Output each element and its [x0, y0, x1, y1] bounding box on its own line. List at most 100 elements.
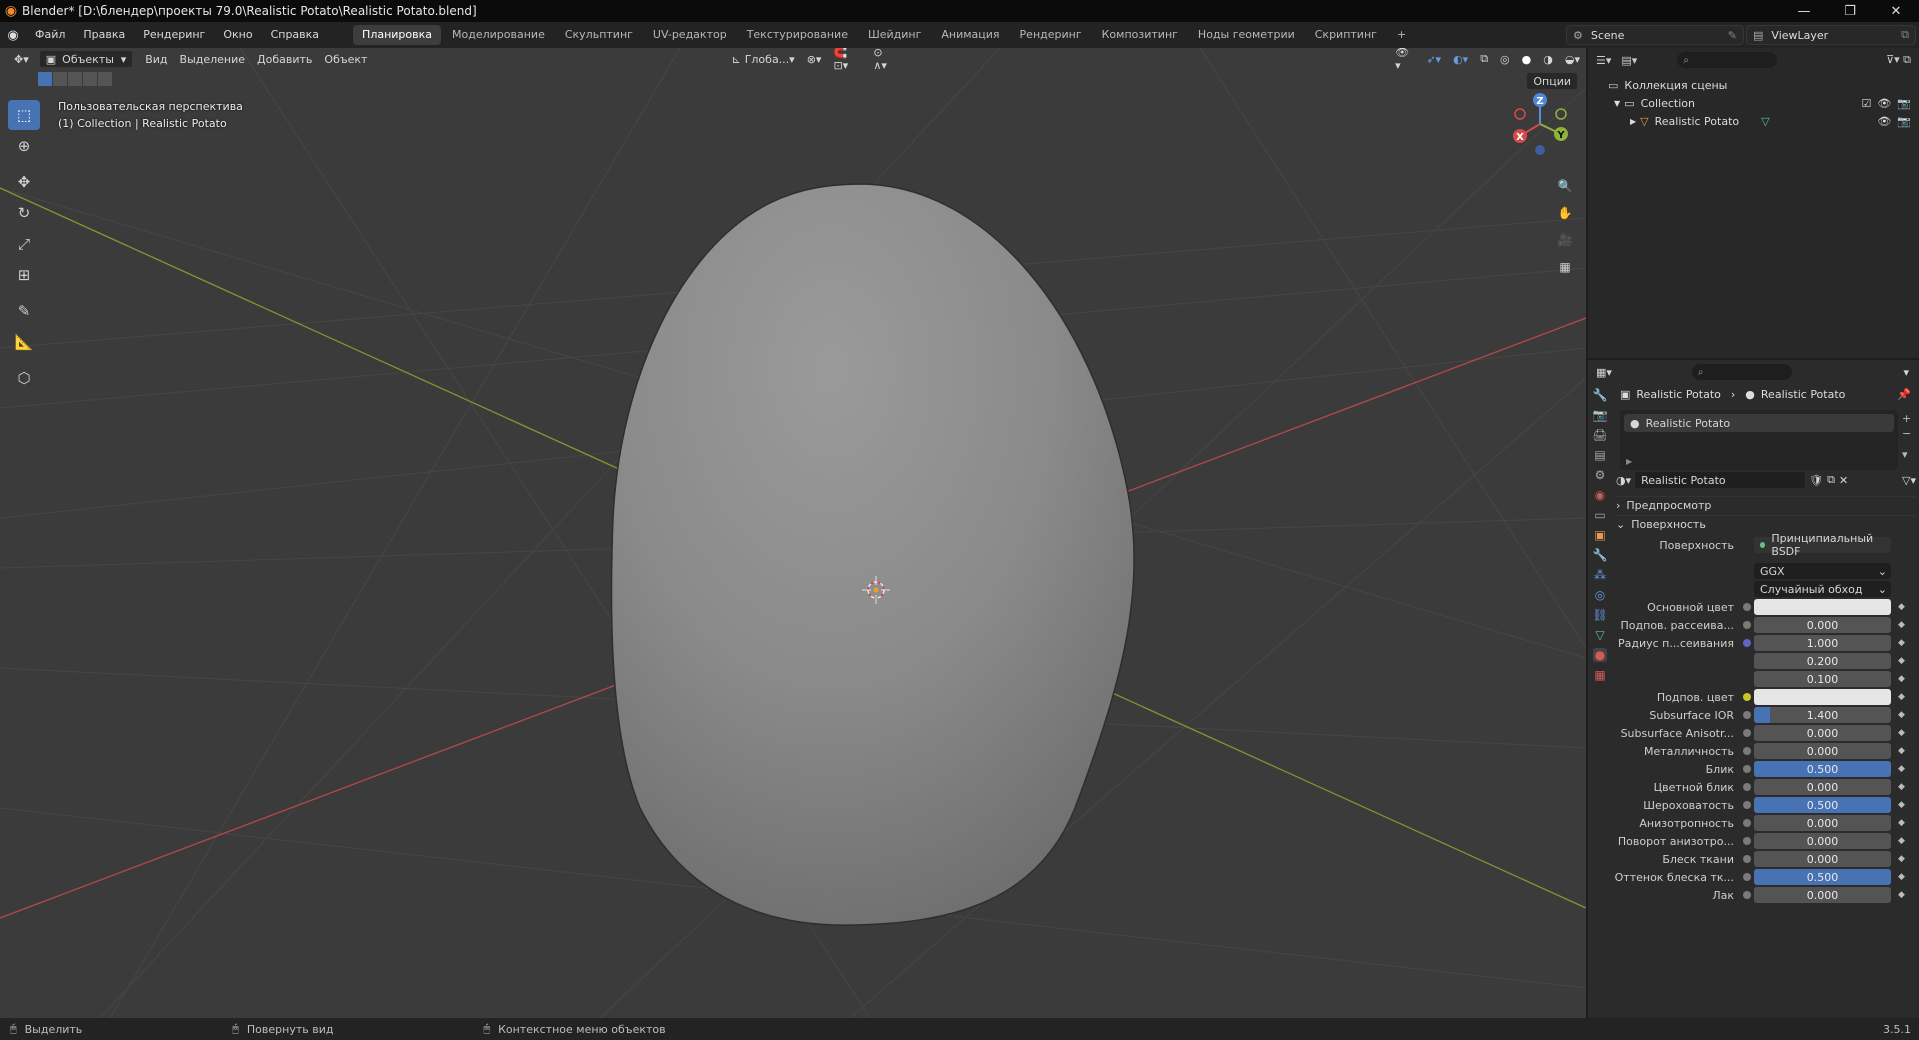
value-slider[interactable]: 0.000 — [1754, 887, 1891, 903]
remove-slot-button[interactable]: − — [1902, 427, 1911, 440]
gizmo-toggle-icon[interactable]: ➶▾ — [1420, 50, 1447, 68]
unlink-material-icon[interactable]: ✕ — [1839, 474, 1848, 487]
expand-toggle-icon[interactable]: ▶ — [1626, 457, 1632, 466]
select-extend-icon[interactable] — [53, 72, 67, 86]
outliner-row-scene-collection[interactable]: ▭ Коллекция сцены — [1588, 76, 1919, 94]
transform-orientation-selector[interactable]: ⊾ Глоба... ▾ — [725, 50, 800, 68]
solid-shading-icon[interactable]: ● — [1516, 50, 1538, 68]
zoom-icon[interactable]: 🔍 — [1553, 174, 1577, 198]
outliner-row-object[interactable]: ▶ ▽ Realistic Potato ▽ 👁 📷 — [1588, 112, 1919, 130]
menu-file[interactable]: Файл — [26, 22, 74, 48]
rotate-tool-icon[interactable]: ↻ — [8, 198, 40, 228]
color-field[interactable] — [1754, 599, 1891, 615]
chevron-down-icon[interactable]: ▾ — [1903, 366, 1909, 379]
cursor-tool-icon[interactable]: ⊕ — [8, 131, 40, 161]
tab-modeling[interactable]: Моделирование — [443, 25, 554, 45]
blender-menu-icon[interactable]: ◉ — [0, 28, 26, 43]
mode-selector[interactable]: ▣ Объекты ▾ — [38, 50, 134, 68]
rendered-shading-icon[interactable]: ◒▾ — [1559, 50, 1586, 68]
menu-select[interactable]: Выделение — [174, 50, 252, 68]
value-slider[interactable]: 0.000 — [1754, 815, 1891, 831]
material-slot-row[interactable]: ● Realistic Potato — [1624, 414, 1894, 432]
subsurface-method-dropdown[interactable]: Случайный обход ⌄ — [1754, 581, 1891, 597]
tab-texture-paint[interactable]: Текстурирование — [738, 25, 857, 45]
keyframe-icon[interactable]: ◆ — [1898, 800, 1905, 810]
potato-mesh[interactable] — [610, 183, 1135, 926]
tool-tab-icon[interactable]: 🔧 — [1593, 388, 1608, 402]
output-tab-icon[interactable]: 🖨 — [1592, 428, 1607, 442]
node-link-icon[interactable]: ▽▾ — [1902, 474, 1916, 487]
checkbox-icon[interactable]: ☑ — [1861, 97, 1871, 110]
navigation-gizmo[interactable]: Z Y X — [1500, 84, 1580, 164]
pan-hand-icon[interactable]: ✋ — [1553, 201, 1577, 225]
distribution-dropdown[interactable]: GGX ⌄ — [1754, 563, 1891, 579]
socket-icon[interactable] — [1743, 621, 1751, 629]
socket-icon[interactable] — [1743, 855, 1751, 863]
keyframe-icon[interactable]: ◆ — [1898, 602, 1905, 612]
socket-icon[interactable] — [1743, 693, 1751, 701]
move-tool-icon[interactable]: ✥ — [8, 167, 40, 197]
proportional-editing-icon[interactable]: ⊙ ∧▾ — [867, 48, 905, 72]
properties-editor-icon[interactable]: ▦▾ — [1596, 366, 1612, 379]
value-slider[interactable]: 0.100 — [1754, 671, 1891, 687]
socket-icon[interactable] — [1743, 711, 1751, 719]
value-slider[interactable]: 0.000 — [1754, 779, 1891, 795]
camera-view-icon[interactable]: 🎥 — [1553, 228, 1577, 252]
scale-tool-icon[interactable]: ⤢ — [8, 229, 40, 259]
xray-toggle-icon[interactable]: ⧉ — [1474, 50, 1494, 68]
value-slider[interactable]: 0.000 — [1754, 725, 1891, 741]
value-slider[interactable]: 1.000 — [1754, 635, 1891, 651]
keyframe-icon[interactable]: ◆ — [1898, 638, 1905, 648]
transform-tool-icon[interactable]: ⊞ — [8, 260, 40, 290]
tab-rendering[interactable]: Рендеринг — [1011, 25, 1091, 45]
scene-tab-icon[interactable]: ⚙ — [1595, 468, 1606, 482]
tab-uv-editing[interactable]: UV-редактор — [644, 25, 736, 45]
value-slider[interactable]: 0.500 — [1754, 869, 1891, 885]
eye-icon[interactable]: 👁 — [1877, 97, 1891, 110]
select-box-tool-icon[interactable]: ⬚ — [8, 100, 40, 130]
socket-icon[interactable] — [1743, 747, 1751, 755]
socket-icon[interactable] — [1743, 603, 1751, 611]
keyframe-icon[interactable]: ◆ — [1898, 728, 1905, 738]
menu-window[interactable]: Окно — [214, 22, 261, 48]
outliner-search-input[interactable]: ⌕ — [1677, 52, 1778, 68]
menu-add[interactable]: Добавить — [251, 50, 318, 68]
fake-user-icon[interactable]: 🛡 — [1809, 474, 1823, 487]
keyframe-icon[interactable]: ◆ — [1898, 764, 1905, 774]
color-field[interactable] — [1754, 689, 1891, 705]
keyframe-icon[interactable]: ◆ — [1898, 710, 1905, 720]
socket-icon[interactable] — [1743, 801, 1751, 809]
material-browse-icon[interactable]: ◑▾ — [1616, 474, 1631, 487]
socket-icon[interactable] — [1743, 639, 1751, 647]
view-layer-selector[interactable]: ▤ ViewLayer ⧉ — [1746, 25, 1916, 45]
neg-x-axis-icon[interactable] — [1514, 108, 1526, 120]
ortho-grid-icon[interactable]: ▦ — [1553, 255, 1577, 279]
editor-type-icon[interactable]: ✥▾ — [8, 50, 35, 68]
select-subtract-icon[interactable] — [68, 72, 82, 86]
socket-icon[interactable] — [1743, 819, 1751, 827]
menu-render[interactable]: Рендеринг — [134, 22, 214, 48]
menu-help[interactable]: Справка — [262, 22, 328, 48]
overlays-toggle-icon[interactable]: ◐▾ — [1447, 50, 1474, 68]
tab-geometry-nodes[interactable]: Ноды геометрии — [1189, 25, 1304, 45]
keyframe-icon[interactable]: ◆ — [1898, 620, 1905, 630]
camera-icon[interactable]: 📷 — [1897, 115, 1911, 128]
socket-icon[interactable] — [1743, 891, 1751, 899]
keyframe-icon[interactable]: ◆ — [1898, 692, 1905, 702]
annotate-tool-icon[interactable]: ✎ — [8, 296, 40, 326]
restore-button[interactable]: ❐ — [1827, 0, 1873, 22]
keyframe-icon[interactable]: ◆ — [1898, 818, 1905, 828]
minimize-button[interactable]: — — [1781, 0, 1827, 22]
select-intersect-icon[interactable] — [98, 72, 112, 86]
value-slider[interactable]: 0.500 — [1754, 797, 1891, 813]
3d-viewport[interactable]: ✥▾ ▣ Объекты ▾ Вид Выделение Добавить Об… — [0, 48, 1586, 1018]
view-layer-tab-icon[interactable]: ▤ — [1594, 448, 1605, 462]
tab-sculpting[interactable]: Скульптинг — [556, 25, 642, 45]
keyframe-icon[interactable]: ◆ — [1898, 854, 1905, 864]
visibility-icon[interactable]: 👁▾ — [1389, 48, 1420, 72]
wireframe-shading-icon[interactable]: ◎ — [1494, 50, 1516, 68]
panel-preview-header[interactable]: › Предпросмотр — [1616, 496, 1916, 514]
value-slider[interactable]: 0.000 — [1754, 851, 1891, 867]
value-slider[interactable]: 0.000 — [1754, 833, 1891, 849]
tab-scripting[interactable]: Скриптинг — [1306, 25, 1386, 45]
